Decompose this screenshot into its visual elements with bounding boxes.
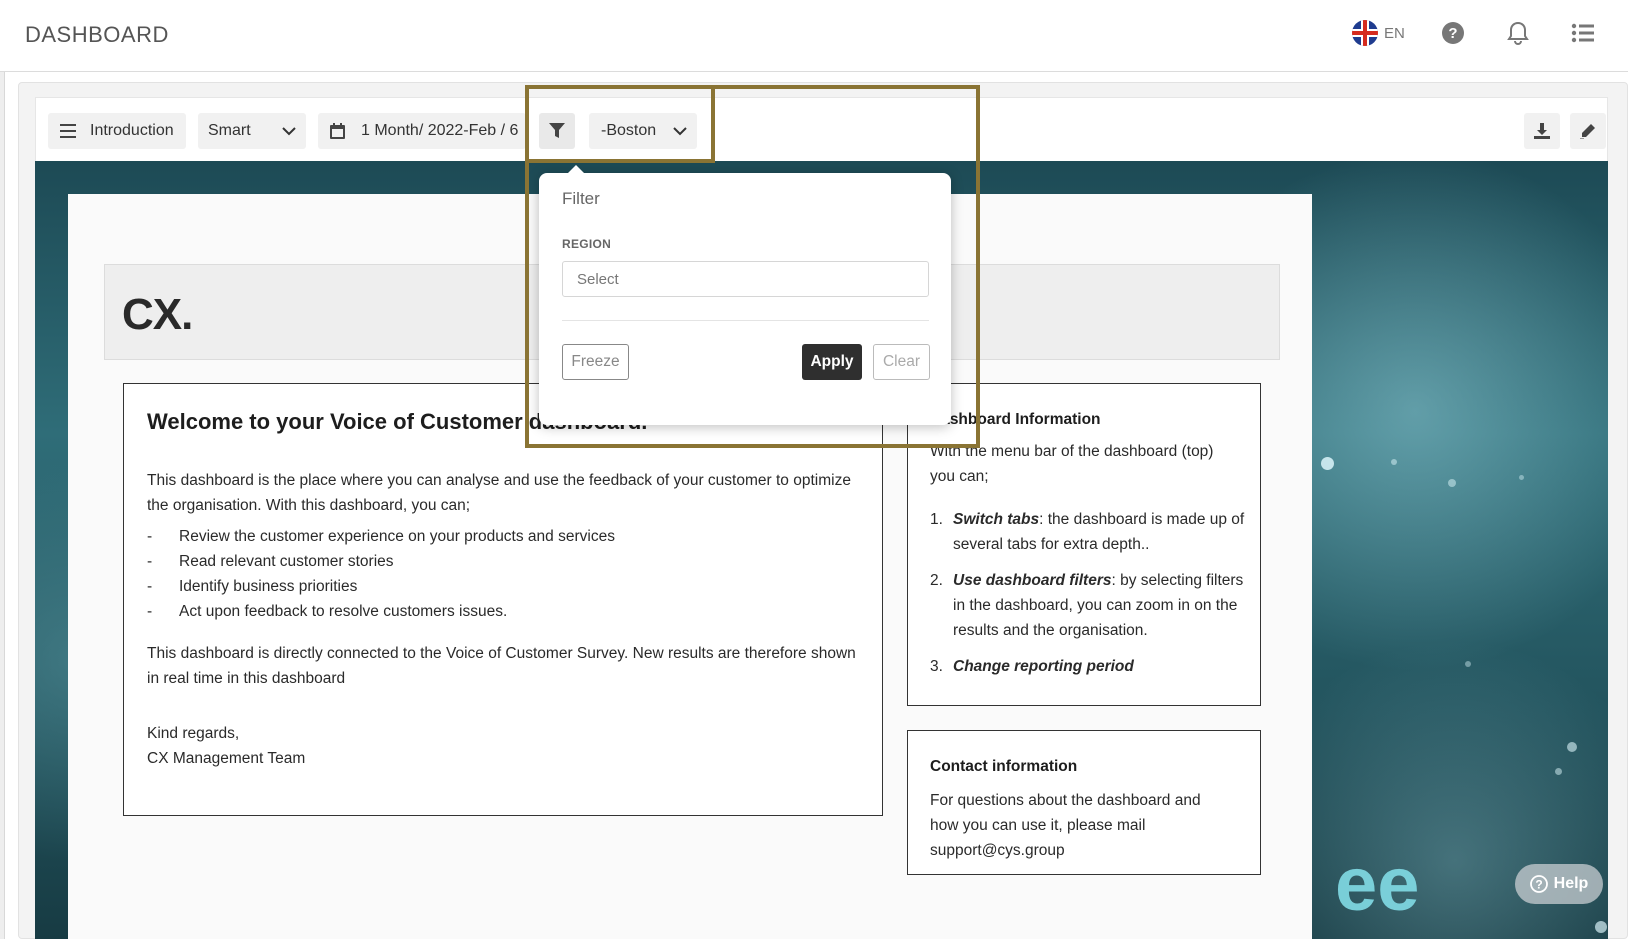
- list-item: 3. Change reporting period: [930, 658, 1134, 675]
- region-filter-dropdown[interactable]: -Boston: [589, 113, 697, 149]
- regards-text: Kind regards,: [147, 725, 240, 742]
- dashboard-info-card: Dashboard Information With the menu bar …: [907, 383, 1261, 706]
- welcome-bullet-list: - Review the customer experience on your …: [147, 524, 615, 624]
- period-selector-button[interactable]: 1 Month/ 2022-Feb / 6: [318, 113, 526, 149]
- banner-title: CX.: [122, 290, 193, 339]
- edit-pencil-icon: [1580, 123, 1596, 139]
- filter-popover-title: Filter: [562, 189, 600, 208]
- help-icon: ?: [1529, 875, 1548, 893]
- list-icon[interactable]: [1570, 20, 1596, 46]
- language-selector[interactable]: EN: [1352, 20, 1405, 46]
- list-item: 1. Switch tabs: the dashboard is made up …: [930, 511, 1245, 553]
- help-button[interactable]: ? Help: [1515, 864, 1603, 904]
- dashboard-toolbar: Introduction Smart 1 Month/ 2022-Feb / 6…: [35, 97, 1608, 162]
- language-label: EN: [1384, 24, 1405, 42]
- globe-flag-uk-icon: [1352, 20, 1378, 46]
- clear-button[interactable]: Clear: [873, 344, 930, 380]
- popover-divider: [562, 320, 929, 321]
- left-edge: [0, 0, 5, 939]
- welcome-connected-text: This dashboard is directly connected to …: [147, 645, 856, 687]
- help-button-label: Help: [1553, 875, 1589, 892]
- filter-button[interactable]: [539, 113, 575, 149]
- welcome-card: Welcome to your Voice of Customer dashbo…: [123, 383, 883, 816]
- top-header: DASHBOARD EN ?: [0, 0, 1628, 72]
- calendar-icon: [330, 123, 345, 139]
- list-item: - Act upon feedback to resolve customers …: [147, 603, 508, 620]
- page-title: DASHBOARD: [25, 22, 169, 47]
- filter-icon: [549, 123, 565, 139]
- contact-text: For questions about the dashboard and ho…: [930, 792, 1201, 859]
- view-selector-label: Smart: [208, 122, 251, 139]
- region-select[interactable]: Select: [562, 261, 929, 297]
- info-heading: Dashboard Information: [930, 411, 1101, 428]
- list-item: - Read relevant customer stories: [147, 553, 394, 570]
- info-list: 1. Switch tabs: the dashboard is made up …: [930, 507, 1250, 690]
- region-label: REGION: [562, 237, 612, 251]
- tab-selector-label: Introduction: [90, 122, 174, 139]
- chevron-down-icon: [282, 126, 296, 136]
- menu-icon: [60, 124, 76, 138]
- region-filter-value: -Boston: [601, 122, 657, 139]
- welcome-signature: Kind regards, CX Management Team: [147, 721, 305, 771]
- list-item: - Identify business priorities: [147, 578, 358, 595]
- hero-overlay-text: ee: [1335, 842, 1420, 927]
- tab-selector-button[interactable]: Introduction: [48, 113, 186, 149]
- download-button[interactable]: [1524, 113, 1560, 149]
- app-root: DASHBOARD EN ? Introduction Smart 1 Mont…: [0, 0, 1628, 939]
- filter-popover: Filter REGION Select Freeze Apply Clear: [539, 165, 951, 425]
- list-item: 2. Use dashboard filters: by selecting fi…: [930, 572, 1244, 639]
- popover-arrow: [567, 165, 585, 174]
- contact-info-card: Contact information For questions about …: [907, 730, 1261, 875]
- welcome-intro-text: This dashboard is the place where you ca…: [147, 472, 851, 514]
- svg-text:?: ?: [1535, 878, 1542, 892]
- view-selector-dropdown[interactable]: Smart: [198, 113, 306, 149]
- info-intro-text: With the menu bar of the dashboard (top)…: [930, 443, 1214, 485]
- edit-button[interactable]: [1570, 113, 1606, 149]
- chevron-down-icon: [673, 126, 687, 136]
- contact-heading: Contact information: [930, 758, 1078, 775]
- apply-button[interactable]: Apply: [802, 344, 862, 380]
- svg-text:?: ?: [1448, 25, 1457, 42]
- team-text: CX Management Team: [147, 750, 306, 767]
- bell-icon[interactable]: [1505, 20, 1531, 46]
- help-circle-icon[interactable]: ?: [1440, 20, 1466, 46]
- list-item: - Review the customer experience on your …: [147, 528, 615, 545]
- period-selector-label: 1 Month/ 2022-Feb / 6: [361, 122, 519, 139]
- freeze-button[interactable]: Freeze: [562, 344, 629, 380]
- download-icon: [1534, 123, 1550, 139]
